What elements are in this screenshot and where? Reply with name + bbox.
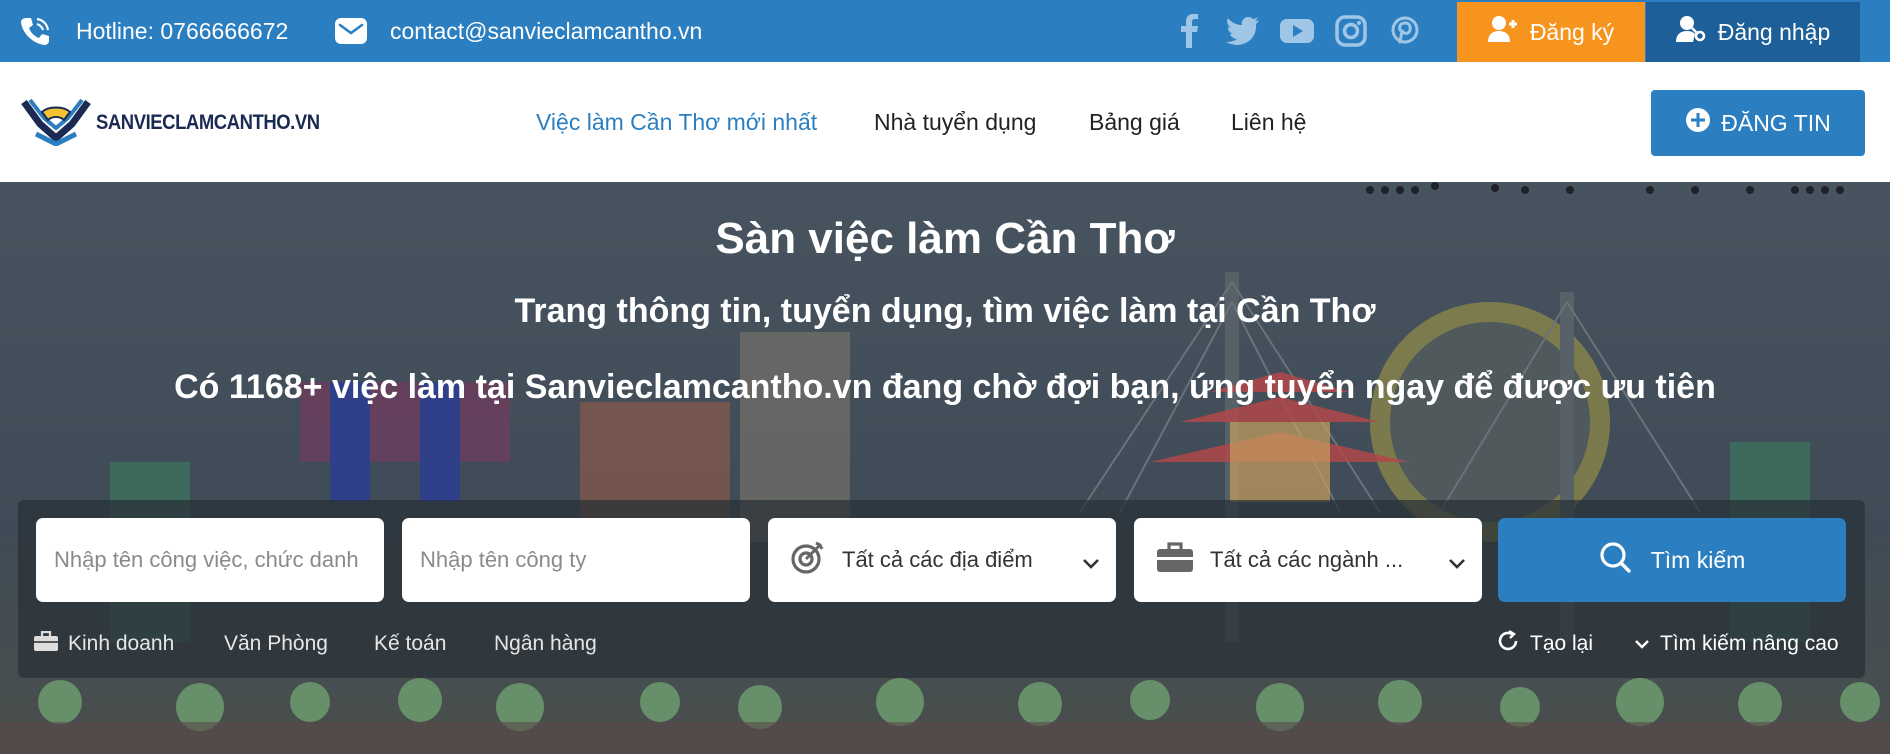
register-label: Đăng ký <box>1529 18 1615 45</box>
youtube-icon[interactable] <box>1280 0 1314 62</box>
quick-tag-label: Kinh doanh <box>68 632 175 655</box>
post-job-button[interactable]: ĐĂNG TIN <box>1651 90 1865 156</box>
industry-value: Tất cả các ngành ... <box>1210 547 1404 572</box>
company-input[interactable] <box>402 518 750 602</box>
hotline-contact[interactable]: Hotline: 0766666672 <box>18 0 288 62</box>
twitter-icon[interactable] <box>1226 0 1260 62</box>
mail-icon <box>334 16 368 46</box>
nav-item-latest-jobs[interactable]: Việc làm Cần Thơ mới nhất <box>536 62 817 182</box>
search-panel: Tất cả các địa điểm Tất cả các ngành ...… <box>18 500 1865 678</box>
nav-item-pricing[interactable]: Bảng giá <box>1089 62 1180 182</box>
chevron-down-icon <box>1082 550 1100 576</box>
login-button[interactable]: Đăng nhập <box>1646 2 1860 62</box>
reset-label: Tạo lại <box>1530 632 1594 655</box>
logo-text: SANVIECLAMCANTHO.VN <box>96 110 320 134</box>
instagram-icon[interactable] <box>1335 0 1367 62</box>
briefcase-icon <box>1156 541 1194 579</box>
quick-tag-ke-toan[interactable]: Kế toán <box>374 628 446 660</box>
job-title-field[interactable] <box>36 518 384 602</box>
location-value: Tất cả các địa điểm <box>842 547 1033 572</box>
search-label: Tìm kiếm <box>1650 546 1746 573</box>
nav-item-contact[interactable]: Liên hệ <box>1231 62 1306 182</box>
handshake-logo-icon <box>20 94 92 151</box>
advanced-search-toggle[interactable]: Tìm kiếm nâng cao <box>1634 628 1839 660</box>
hero-tagline: Có 1168+ việc làm tại Sanvieclamcantho.v… <box>174 368 1716 406</box>
phone-icon <box>18 14 52 48</box>
top-bar: Hotline: 0766666672 contact@sanvieclamca… <box>0 0 1890 62</box>
email-text: contact@sanvieclamcantho.vn <box>390 17 703 44</box>
main-navbar: SANVIECLAMCANTHO.VN Việc làm Cần Thơ mới… <box>0 62 1890 182</box>
quick-tag-van-phong[interactable]: Văn Phòng <box>224 628 328 660</box>
job-title-input[interactable] <box>36 518 384 602</box>
login-label: Đăng nhập <box>1717 18 1831 45</box>
advanced-search-label: Tìm kiếm nâng cao <box>1660 632 1839 655</box>
hero-title: Sàn việc làm Cần Thơ <box>715 214 1175 263</box>
target-icon <box>790 539 826 581</box>
quick-tag-label: Văn Phòng <box>224 632 328 655</box>
quick-tag-kinh-doanh[interactable]: Kinh doanh <box>34 628 174 660</box>
quick-tag-label: Ngân hàng <box>494 632 597 655</box>
hero-subtitle: Trang thông tin, tuyển dụng, tìm việc là… <box>514 292 1376 330</box>
plus-circle-icon <box>1685 107 1711 139</box>
post-job-label: ĐĂNG TIN <box>1721 109 1831 136</box>
quick-tag-label: Kế toán <box>374 632 447 655</box>
pinterest-icon[interactable] <box>1391 0 1419 62</box>
chevron-down-icon <box>1634 632 1650 656</box>
location-select[interactable]: Tất cả các địa điểm <box>768 518 1116 602</box>
user-plus-icon <box>1487 15 1518 49</box>
email-contact[interactable]: contact@sanvieclamcantho.vn <box>334 0 702 62</box>
quick-tag-ngan-hang[interactable]: Ngân hàng <box>494 628 597 660</box>
search-icon <box>1599 541 1631 579</box>
briefcase-icon <box>34 630 58 657</box>
register-button[interactable]: Đăng ký <box>1457 2 1645 62</box>
facebook-icon[interactable] <box>1178 0 1200 62</box>
nav-item-employers[interactable]: Nhà tuyển dụng <box>874 62 1036 182</box>
user-key-icon <box>1675 15 1706 49</box>
search-button[interactable]: Tìm kiếm <box>1498 518 1846 602</box>
company-field[interactable] <box>402 518 750 602</box>
refresh-icon <box>1496 629 1520 659</box>
chevron-down-icon <box>1448 550 1466 576</box>
industry-select[interactable]: Tất cả các ngành ... <box>1134 518 1482 602</box>
reset-button[interactable]: Tạo lại <box>1496 628 1593 660</box>
hero-banner: Sàn việc làm Cần Thơ Trang thông tin, tu… <box>0 182 1890 754</box>
site-logo[interactable]: SANVIECLAMCANTHO.VN <box>20 94 350 151</box>
hotline-text: Hotline: 0766666672 <box>76 17 289 44</box>
